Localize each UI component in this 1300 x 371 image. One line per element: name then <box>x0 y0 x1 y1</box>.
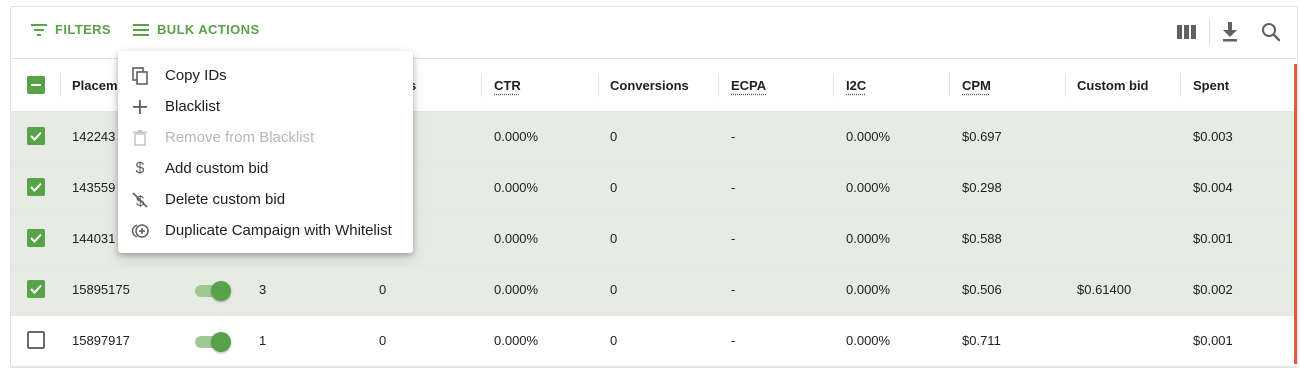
download-icon[interactable] <box>1222 22 1238 47</box>
ecpa-value: - <box>731 180 736 195</box>
scroll-indicator <box>1294 64 1297 364</box>
check-icon <box>30 182 42 192</box>
menu-item-label: Add custom bid <box>165 160 269 177</box>
toggle-knob <box>211 332 231 352</box>
row-checkbox[interactable] <box>27 280 45 298</box>
ecpa-value: - <box>731 282 736 297</box>
menu-item-copy-ids[interactable]: Copy IDs <box>118 60 413 91</box>
spent-value: $0.003 <box>1193 129 1233 144</box>
menu-item-duplicate-campaign-whitelist[interactable]: Duplicate Campaign with Whitelist <box>118 215 413 246</box>
ctr-value: 0.000% <box>494 333 539 348</box>
menu-item-label: Duplicate Campaign with Whitelist <box>165 222 392 239</box>
status-toggle[interactable] <box>193 279 233 301</box>
plus-icon <box>130 97 150 117</box>
header-ecpa[interactable]: ECPA <box>731 78 766 93</box>
row-checkbox[interactable] <box>27 178 45 196</box>
i2c-value: 0.000% <box>846 333 891 348</box>
bulk-actions-label: BULK ACTIONS <box>157 22 260 37</box>
status-toggle[interactable] <box>193 330 233 352</box>
ecpa-value: - <box>731 231 736 246</box>
col3-value: 1 <box>259 333 267 348</box>
filters-button[interactable]: FILTERS <box>31 22 111 37</box>
conversions-value: 0 <box>610 231 618 246</box>
filter-icon <box>31 23 47 36</box>
minus-icon <box>31 84 41 86</box>
header-ctr[interactable]: CTR <box>494 78 521 93</box>
menu-item-label: Delete custom bid <box>165 191 286 208</box>
select-all-checkbox[interactable] <box>27 76 45 94</box>
bulk-actions-menu: Copy IDs Blacklist Remove from Blacklist… <box>118 51 413 253</box>
conversions-value: 0 <box>610 333 618 348</box>
search-icon[interactable] <box>1261 22 1281 47</box>
copy-icon <box>130 66 150 86</box>
menu-item-label: Copy IDs <box>165 67 227 84</box>
i2c-value: 0.000% <box>846 180 891 195</box>
columns-icon[interactable] <box>1177 24 1197 45</box>
header-cpm[interactable]: CPM <box>962 78 991 93</box>
menu-icon <box>133 23 149 36</box>
filters-label: FILTERS <box>55 22 111 37</box>
table-row[interactable]: 15895175 3 0 0.000% 0 - 0.000% $0.506 $0… <box>11 265 1297 316</box>
header-conversions[interactable]: Conversions <box>610 78 689 93</box>
check-icon <box>30 233 42 243</box>
spent-value: $0.004 <box>1193 180 1233 195</box>
toggle-knob <box>211 281 231 301</box>
bulk-actions-button[interactable]: BULK ACTIONS <box>133 22 260 37</box>
cpm-value: $0.697 <box>962 129 1002 144</box>
menu-item-blacklist[interactable]: Blacklist <box>118 91 413 122</box>
conversions-value: 0 <box>610 282 618 297</box>
cpm-value: $0.298 <box>962 180 1002 195</box>
custom-bid-value[interactable]: $0.61400 <box>1077 282 1131 297</box>
conversions-value: 0 <box>610 129 618 144</box>
menu-item-remove-from-blacklist[interactable]: Remove from Blacklist <box>118 122 413 153</box>
trash-icon <box>130 128 150 148</box>
row-checkbox[interactable] <box>27 331 45 349</box>
header-spent[interactable]: Spent <box>1193 78 1229 93</box>
ctr-value: 0.000% <box>494 129 539 144</box>
cpm-value: $0.588 <box>962 231 1002 246</box>
menu-item-label: Remove from Blacklist <box>165 129 315 146</box>
menu-item-label: Blacklist <box>165 98 221 115</box>
header-placement[interactable]: Placem <box>72 78 118 93</box>
row-checkbox[interactable] <box>27 127 45 145</box>
spent-value: $0.001 <box>1193 333 1233 348</box>
header-i2c[interactable]: I2C <box>846 78 866 93</box>
col3-value: 3 <box>259 282 267 297</box>
menu-item-add-custom-bid[interactable]: $ Add custom bid <box>118 153 413 184</box>
ctr-value: 0.000% <box>494 282 539 297</box>
row-checkbox[interactable] <box>27 229 45 247</box>
col4-value: 0 <box>379 333 387 348</box>
spent-value: $0.002 <box>1193 282 1233 297</box>
table-row[interactable]: 15897917 1 0 0.000% 0 - 0.000% $0.711 $0… <box>11 316 1297 367</box>
ctr-value: 0.000% <box>494 180 539 195</box>
cpm-value: $0.506 <box>962 282 1002 297</box>
spent-value: $0.001 <box>1193 231 1233 246</box>
check-icon <box>30 284 42 294</box>
placement-id: 144031 <box>72 231 116 246</box>
dollar-off-icon: $ <box>130 190 150 210</box>
cpm-value: $0.711 <box>962 333 1001 348</box>
check-icon <box>30 131 42 141</box>
header-custom-bid[interactable]: Custom bid <box>1077 78 1149 93</box>
conversions-value: 0 <box>610 180 618 195</box>
i2c-value: 0.000% <box>846 282 891 297</box>
menu-item-delete-custom-bid[interactable]: $ Delete custom bid <box>118 184 413 215</box>
placement-id: 142243 <box>72 129 116 144</box>
ctr-value: 0.000% <box>494 231 539 246</box>
placement-id: 15897917 <box>72 333 130 348</box>
col4-value: 0 <box>379 282 387 297</box>
i2c-value: 0.000% <box>846 129 891 144</box>
i2c-value: 0.000% <box>846 231 891 246</box>
placement-id: 15895175 <box>72 282 130 297</box>
toolbar-divider <box>1209 19 1210 45</box>
dollar-icon: $ <box>135 160 145 177</box>
placement-id: 143559 <box>72 180 116 195</box>
ecpa-value: - <box>731 129 736 144</box>
duplicate-plus-icon <box>130 221 150 241</box>
ecpa-value: - <box>731 333 736 348</box>
